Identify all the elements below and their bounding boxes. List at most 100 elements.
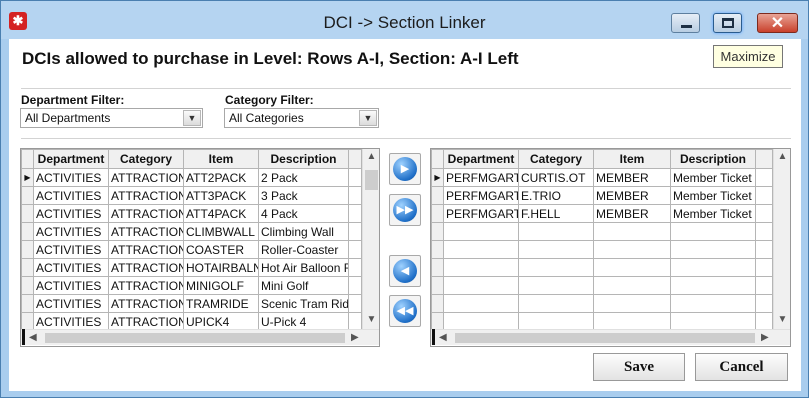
scroll-down-icon[interactable]: ▼ xyxy=(363,314,379,325)
cell-item[interactable] xyxy=(593,240,671,259)
row-selector[interactable] xyxy=(431,186,444,205)
cell-department[interactable]: ACTIVITIES xyxy=(33,204,109,223)
cell-department[interactable] xyxy=(443,240,519,259)
title-bar[interactable]: ✱ DCI -> Section Linker ✕ xyxy=(1,1,808,39)
row-selector[interactable] xyxy=(431,312,444,331)
category-filter-select[interactable]: All Categories ▼ xyxy=(224,108,379,128)
cell-department[interactable]: ACTIVITIES xyxy=(33,258,109,277)
cell-category[interactable] xyxy=(518,276,594,295)
cell-item[interactable]: ATT2PACK xyxy=(183,168,259,187)
cell-department[interactable]: ACTIVITIES xyxy=(33,222,109,241)
column-header-item[interactable]: Item xyxy=(593,149,671,169)
cell-department[interactable] xyxy=(443,222,519,241)
move-selected-right-button[interactable]: ▶ xyxy=(389,153,421,185)
cell-description[interactable] xyxy=(670,294,756,313)
cell-department[interactable]: PERFMGART xyxy=(443,204,519,223)
table-row[interactable] xyxy=(431,240,773,259)
scroll-thumb[interactable] xyxy=(45,333,345,343)
cell-department[interactable]: ACTIVITIES xyxy=(33,186,109,205)
column-header-description[interactable]: Description xyxy=(670,149,756,169)
cell-description[interactable]: 4 Pack xyxy=(258,204,349,223)
row-selector[interactable] xyxy=(431,222,444,241)
scroll-thumb[interactable] xyxy=(455,333,755,343)
cell-description[interactable]: 3 Pack xyxy=(258,186,349,205)
cell-item[interactable]: HOTAIRBALN xyxy=(183,258,259,277)
cell-category[interactable] xyxy=(518,222,594,241)
row-selector[interactable] xyxy=(431,276,444,295)
cell-item[interactable]: MEMBER xyxy=(593,186,671,205)
table-row[interactable] xyxy=(431,312,773,331)
row-selector[interactable] xyxy=(21,276,34,295)
row-selector[interactable] xyxy=(431,240,444,259)
right-grid-vertical-scrollbar[interactable]: ▲ ▼ xyxy=(773,149,790,329)
table-row[interactable]: ▶ PERFMGART CURTIS.OT MEMBER Member Ticket xyxy=(431,168,773,187)
scroll-left-icon[interactable]: ◀ xyxy=(439,330,447,345)
cell-item[interactable]: ATT4PACK xyxy=(183,204,259,223)
cell-description[interactable] xyxy=(670,312,756,331)
cell-department[interactable] xyxy=(443,258,519,277)
table-row[interactable]: PERFMGART F.HELL MEMBER Member Ticket xyxy=(431,204,773,223)
cell-description[interactable] xyxy=(670,222,756,241)
scroll-up-icon[interactable]: ▲ xyxy=(363,151,379,162)
row-selector[interactable] xyxy=(431,294,444,313)
save-button[interactable]: Save xyxy=(593,353,685,381)
cell-department[interactable]: ACTIVITIES xyxy=(33,294,109,313)
cell-description[interactable]: Member Ticket xyxy=(670,168,756,187)
table-row[interactable]: ▶ ACTIVITIES ATTRACTION ATT2PACK 2 Pack xyxy=(21,168,362,187)
cell-category[interactable] xyxy=(518,312,594,331)
chevron-down-icon[interactable]: ▼ xyxy=(183,110,201,126)
cell-category[interactable] xyxy=(518,294,594,313)
cell-category[interactable]: CURTIS.OT xyxy=(518,168,594,187)
cell-category[interactable]: ATTRACTION xyxy=(108,204,184,223)
move-selected-left-button[interactable]: ◀ xyxy=(389,255,421,287)
cell-description[interactable]: Member Ticket xyxy=(670,186,756,205)
row-selector[interactable] xyxy=(21,222,34,241)
cell-category[interactable]: ATTRACTION xyxy=(108,294,184,313)
cell-item[interactable] xyxy=(593,222,671,241)
cell-item[interactable]: ATT3PACK xyxy=(183,186,259,205)
scroll-thumb[interactable] xyxy=(365,170,378,190)
move-all-left-button[interactable]: ◀◀ xyxy=(389,295,421,327)
table-row[interactable]: ACTIVITIES ATTRACTION HOTAIRBALN Hot Air Ba… xyxy=(21,258,362,277)
cell-description[interactable]: Mini Golf xyxy=(258,276,349,295)
cell-description[interactable]: Roller-Coaster xyxy=(258,240,349,259)
scroll-right-icon[interactable]: ▶ xyxy=(351,330,359,345)
cell-category[interactable]: ATTRACTION xyxy=(108,240,184,259)
cell-description[interactable] xyxy=(670,258,756,277)
table-row[interactable]: ACTIVITIES ATTRACTION MINIGOLF Mini Golf xyxy=(21,276,362,295)
left-grid-vertical-scrollbar[interactable]: ▲ ▼ xyxy=(362,149,379,329)
row-selector[interactable] xyxy=(21,186,34,205)
table-row[interactable] xyxy=(431,222,773,241)
table-row[interactable] xyxy=(431,258,773,277)
cell-category[interactable] xyxy=(518,258,594,277)
scroll-left-icon[interactable]: ◀ xyxy=(29,330,37,345)
cell-description[interactable]: Climbing Wall xyxy=(258,222,349,241)
chevron-down-icon[interactable]: ▼ xyxy=(359,110,377,126)
table-row[interactable] xyxy=(431,294,773,313)
cell-item[interactable] xyxy=(593,312,671,331)
left-grid-horizontal-scrollbar[interactable]: ◀ ▶ xyxy=(21,329,379,345)
cell-description[interactable]: U-Pick 4 xyxy=(258,312,349,331)
scroll-down-icon[interactable]: ▼ xyxy=(774,314,790,325)
cell-item[interactable]: MEMBER xyxy=(593,204,671,223)
cell-item[interactable] xyxy=(593,258,671,277)
cell-category[interactable]: ATTRACTION xyxy=(108,222,184,241)
cell-description[interactable] xyxy=(670,240,756,259)
scroll-up-icon[interactable]: ▲ xyxy=(774,151,790,162)
cell-department[interactable] xyxy=(443,312,519,331)
cell-category[interactable]: F.HELL xyxy=(518,204,594,223)
cell-category[interactable]: ATTRACTION xyxy=(108,258,184,277)
column-header-category[interactable]: Category xyxy=(108,149,184,169)
linked-dci-grid[interactable]: Department Category Item Description ▶ PE… xyxy=(430,148,791,347)
cell-department[interactable]: ACTIVITIES xyxy=(33,312,109,331)
table-row[interactable] xyxy=(431,276,773,295)
row-selector[interactable]: ▶ xyxy=(21,168,34,187)
table-row[interactable]: ACTIVITIES ATTRACTION CLIMBWALL Climbing Wa… xyxy=(21,222,362,241)
cancel-button[interactable]: Cancel xyxy=(695,353,788,381)
cell-department[interactable]: PERFMGART xyxy=(443,168,519,187)
column-header-department[interactable]: Department xyxy=(443,149,519,169)
column-header-item[interactable]: Item xyxy=(183,149,259,169)
column-header-description[interactable]: Description xyxy=(258,149,349,169)
cell-description[interactable]: Hot Air Balloon R xyxy=(258,258,349,277)
row-selector[interactable] xyxy=(431,204,444,223)
